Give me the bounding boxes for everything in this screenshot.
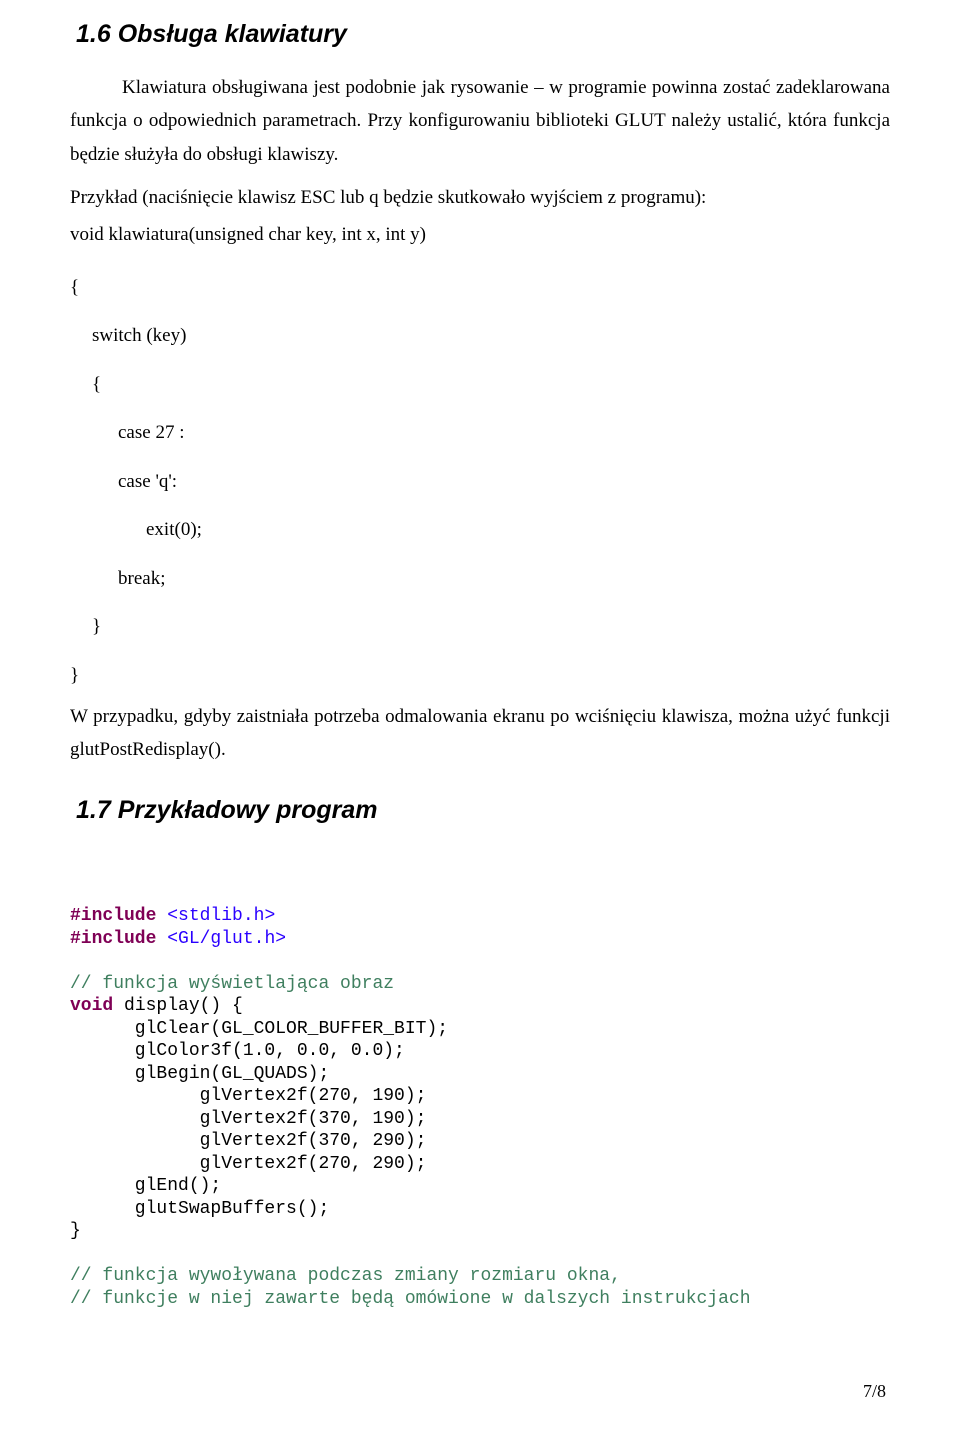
code-keyword-include: #include (70, 929, 156, 949)
paragraph-intro: Klawiatura obsługiwana jest podobnie jak… (70, 71, 890, 171)
code-signature: void klawiatura(unsigned char key, int x… (70, 224, 890, 246)
code-block-program: #include <stdlib.h> #include <GL/glut.h>… (70, 905, 890, 1310)
code-line: glVertex2f(270, 290); (70, 1154, 426, 1174)
code-line: glEnd(); (70, 1176, 221, 1196)
code-text: display() { (113, 996, 243, 1016)
code-block-switch: { switch (key) { case 27 : case 'q': exi… (70, 264, 890, 700)
code-header-path: <GL/glut.h> (156, 929, 286, 949)
code-line: glVertex2f(370, 290); (70, 1131, 426, 1151)
code-line: glVertex2f(270, 190); (70, 1086, 426, 1106)
code-line: case 'q': (118, 458, 890, 506)
document-page: 1.6 Obsługa klawiatury Klawiatura obsług… (0, 0, 960, 1430)
paragraph-note: W przypadku, gdyby zaistniała potrzeba o… (70, 700, 890, 767)
section-heading-1-6: 1.6 Obsługa klawiatury (76, 20, 890, 49)
code-keyword-include: #include (70, 906, 156, 926)
code-line: glBegin(GL_QUADS); (70, 1064, 329, 1084)
code-comment: // funkcje w niej zawarte będą omówione … (70, 1289, 751, 1309)
code-comment: // funkcja wywoływana podczas zmiany roz… (70, 1266, 621, 1286)
code-line: case 27 : (118, 409, 890, 457)
code-line: glVertex2f(370, 190); (70, 1109, 426, 1129)
code-line: break; (118, 555, 890, 603)
code-line: } (70, 1221, 81, 1241)
code-line: { (70, 264, 890, 312)
code-line: glClear(GL_COLOR_BUFFER_BIT); (70, 1019, 448, 1039)
code-line: } (70, 652, 890, 700)
code-line: glColor3f(1.0, 0.0, 0.0); (70, 1041, 405, 1061)
section-heading-1-7: 1.7 Przykładowy program (76, 796, 890, 825)
code-header-path: <stdlib.h> (156, 906, 275, 926)
code-line: exit(0); (146, 506, 890, 554)
code-line: glutSwapBuffers(); (70, 1199, 329, 1219)
code-line: switch (key) (92, 312, 890, 360)
page-number: 7/8 (863, 1381, 886, 1402)
code-comment: // funkcja wyświetlająca obraz (70, 974, 394, 994)
code-keyword-void: void (70, 996, 113, 1016)
code-line: { (92, 361, 890, 409)
paragraph-example-lead: Przykład (naciśnięcie klawisz ESC lub q … (70, 181, 890, 214)
code-line: } (92, 603, 890, 651)
